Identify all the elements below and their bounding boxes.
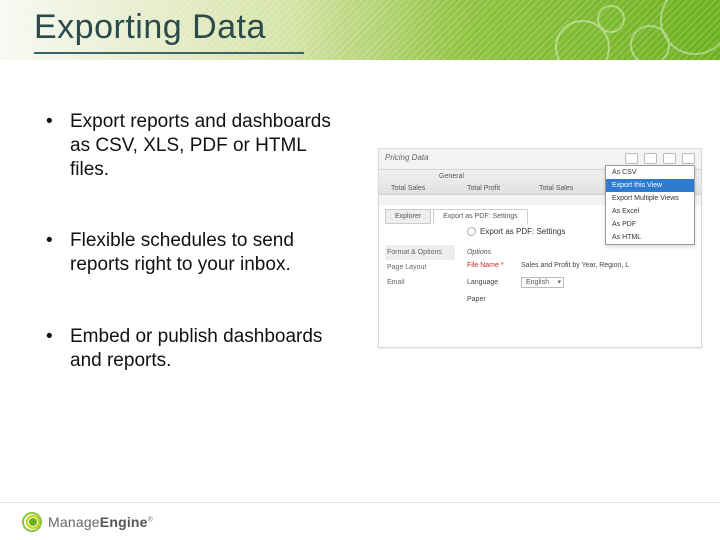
paper-label: Paper: [467, 296, 521, 303]
info-icon: [467, 227, 476, 236]
col-label: Total Sales: [539, 185, 573, 192]
logo-text-b: Engine: [100, 514, 148, 530]
app-screenshot: Pricing Data General Total Sales Total P…: [378, 148, 702, 348]
bullet-item: Export reports and dashboards as CSV, XL…: [46, 110, 346, 181]
logo-icon: [22, 512, 44, 532]
settings-icon[interactable]: [663, 153, 676, 164]
language-label: Language: [467, 279, 521, 286]
dropdown-item-highlight[interactable]: Export this View: [606, 179, 694, 192]
dropdown-item[interactable]: As CSV: [606, 166, 694, 179]
logo-text: ManageEngine®: [48, 514, 153, 530]
col-label: Total Sales: [391, 185, 425, 192]
tab-export-settings[interactable]: Export as PDF: Settings: [433, 209, 528, 224]
bullet-item: Flexible schedules to send reports right…: [46, 229, 346, 277]
footer: ManageEngine®: [0, 502, 720, 540]
breadcrumb: Pricing Data: [385, 153, 429, 162]
form-section: Options: [467, 249, 693, 256]
filename-label: File Name *: [467, 262, 521, 269]
export-icon[interactable]: [625, 153, 638, 164]
trademark-icon: ®: [148, 516, 153, 523]
title-underline: [34, 52, 304, 54]
side-item[interactable]: Format & Options: [385, 245, 455, 260]
header-circles: [540, 0, 720, 60]
dropdown-item[interactable]: As Excel: [606, 205, 694, 218]
share-icon[interactable]: [644, 153, 657, 164]
side-item[interactable]: Page Layout: [385, 260, 455, 275]
panel-sidebar: Format & Options Page Layout Email: [385, 245, 455, 290]
panel-form: Options File Name * Sales and Profit by …: [467, 249, 693, 311]
more-icon[interactable]: [682, 153, 695, 164]
slide: Exporting Data Export reports and dashbo…: [0, 0, 720, 540]
logo-text-a: Manage: [48, 514, 100, 530]
language-select[interactable]: English: [521, 277, 564, 288]
export-dropdown: As CSV Export this View Export Multiple …: [605, 165, 695, 245]
filename-value[interactable]: Sales and Profit by Year, Region, L: [521, 262, 629, 269]
manageengine-logo: ManageEngine®: [22, 512, 153, 532]
strip-label: General: [439, 173, 464, 180]
dropdown-item[interactable]: As PDF: [606, 218, 694, 231]
slide-title: Exporting Data: [34, 8, 266, 47]
panel-tabs: Explorer Export as PDF: Settings: [385, 209, 528, 224]
dropdown-item[interactable]: As HTML: [606, 231, 694, 244]
bullet-item: Embed or publish dashboards and reports.: [46, 325, 346, 373]
dropdown-item[interactable]: Export Multiple Views: [606, 192, 694, 205]
bullet-list: Export reports and dashboards as CSV, XL…: [46, 110, 346, 420]
panel-heading: Export as PDF: Settings: [467, 227, 565, 236]
toolbar-icons: [625, 153, 695, 164]
side-item[interactable]: Email: [385, 275, 455, 290]
tab-explorer[interactable]: Explorer: [385, 209, 431, 224]
col-label: Total Profit: [467, 185, 500, 192]
panel-heading-text: Export as PDF: Settings: [480, 227, 565, 236]
